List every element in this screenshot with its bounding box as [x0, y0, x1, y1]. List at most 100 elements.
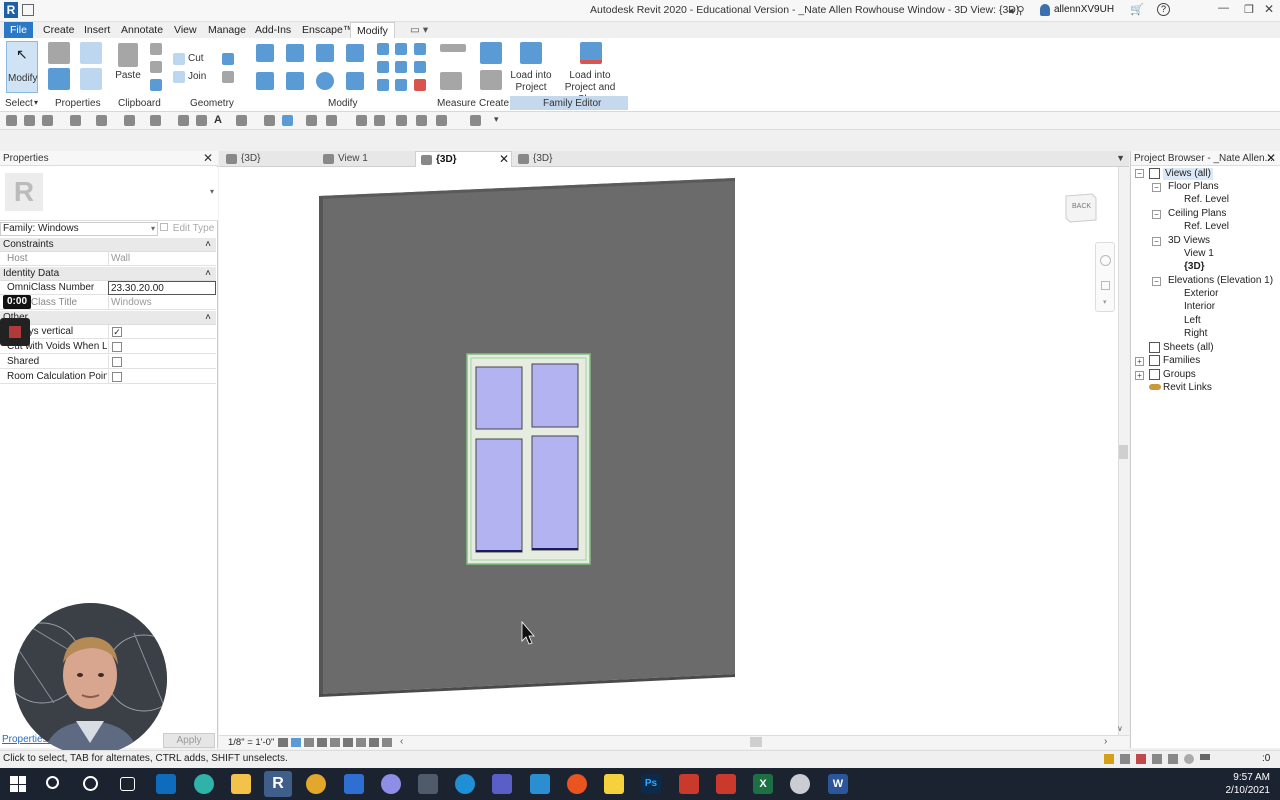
sun-path-icon[interactable]: [304, 738, 314, 747]
split-element-icon[interactable]: [377, 43, 389, 55]
load-into-project-icon[interactable]: [520, 42, 542, 64]
remote-desktop-icon[interactable]: [790, 774, 810, 794]
align-icon[interactable]: [256, 44, 274, 62]
collapse-toggle-icon[interactable]: −: [1152, 210, 1161, 219]
split-gap-icon[interactable]: [395, 43, 407, 55]
cut-label[interactable]: Cut: [188, 53, 204, 65]
cut-clipboard-icon[interactable]: [150, 43, 162, 55]
qat-tool-f-icon[interactable]: [470, 115, 481, 126]
modify-tool-button[interactable]: ↖ Modify: [6, 41, 38, 93]
file-explorer-icon[interactable]: [231, 774, 251, 794]
copy-icon[interactable]: [150, 61, 162, 73]
viewcube[interactable]: BACK: [1062, 190, 1098, 224]
visual-style-icon[interactable]: [291, 738, 301, 747]
teams-calendar-icon[interactable]: [344, 774, 364, 794]
revit-logo-icon[interactable]: R: [4, 2, 18, 18]
3d-view-canvas[interactable]: [219, 167, 1118, 735]
cut-geometry-icon[interactable]: [173, 53, 185, 65]
section-icon[interactable]: [264, 115, 275, 126]
qat-tool-a-icon[interactable]: [356, 115, 367, 126]
collapse-toggle-icon[interactable]: −: [1135, 169, 1144, 178]
collapse-icon[interactable]: ˄: [205, 238, 211, 252]
move-icon[interactable]: [256, 72, 274, 90]
pin-icon[interactable]: [414, 61, 426, 73]
tree-3d-views[interactable]: 3D Views: [1168, 235, 1210, 247]
chrome-icon[interactable]: [306, 774, 326, 794]
tab-manage[interactable]: Manage: [202, 22, 252, 38]
type-properties-icon[interactable]: [80, 68, 102, 90]
tree-elevation-right[interactable]: Right: [1184, 328, 1207, 340]
load-into-project-close-icon[interactable]: [580, 42, 602, 64]
steering-wheel-icon[interactable]: [1100, 255, 1111, 266]
photoshop-icon[interactable]: Ps: [641, 774, 661, 794]
detail-level-icon[interactable]: [278, 738, 288, 747]
qat-tool-b-icon[interactable]: [374, 115, 385, 126]
restore-button[interactable]: ❐: [1244, 3, 1254, 16]
dimension-icon[interactable]: [440, 72, 462, 90]
windows-start-icon[interactable]: [10, 776, 26, 792]
tab-annotate[interactable]: Annotate: [115, 22, 169, 38]
tab-file[interactable]: File: [4, 22, 33, 38]
qat-tool-e-icon[interactable]: [436, 115, 447, 126]
cut-with-voids-checkbox[interactable]: [112, 342, 122, 352]
properties-icon[interactable]: [48, 68, 70, 90]
revit-taskbar-icon[interactable]: R: [264, 771, 292, 797]
aligned-dimension-icon[interactable]: [178, 115, 189, 126]
shadows-icon[interactable]: [317, 738, 327, 747]
excel-icon[interactable]: X: [753, 774, 773, 794]
search-icon[interactable]: [46, 776, 59, 789]
scale-icon[interactable]: [395, 61, 407, 73]
tree-floor-plan-ref-level[interactable]: Ref. Level: [1184, 194, 1229, 206]
taskbar-clock[interactable]: 9:57 AM 2/10/2021: [1226, 771, 1271, 797]
qat-customize-dropdown-icon[interactable]: ▾: [494, 114, 499, 125]
select-links-icon[interactable]: [1104, 754, 1114, 764]
select-underlay-icon[interactable]: [1120, 754, 1130, 764]
media-player-icon[interactable]: [567, 774, 587, 794]
cart-icon[interactable]: 🛒: [1130, 3, 1144, 16]
edit-type-button[interactable]: Edit Type: [160, 223, 214, 234]
calculator-icon[interactable]: [418, 774, 438, 794]
edge-legacy-icon[interactable]: [455, 774, 475, 794]
view-tab-3d-1[interactable]: {3D}: [221, 151, 315, 167]
create-group-icon[interactable]: [480, 70, 502, 90]
save-icon[interactable]: [24, 115, 35, 126]
tab-menu-icon[interactable]: ▼: [1116, 153, 1125, 163]
task-view-icon[interactable]: [120, 777, 135, 791]
vertical-scroll-thumb[interactable]: [1119, 445, 1128, 459]
help-icon[interactable]: ?: [1157, 3, 1170, 16]
select-by-face-icon[interactable]: [1152, 754, 1162, 764]
expand-toggle-icon[interactable]: +: [1135, 371, 1144, 380]
project-browser-close-icon[interactable]: ✕: [1266, 151, 1276, 166]
background-processes-icon[interactable]: [1184, 754, 1194, 764]
wall-joins-icon[interactable]: [222, 53, 234, 65]
paste-icon[interactable]: [118, 43, 138, 67]
tab-add-ins[interactable]: Add-Ins: [249, 22, 297, 38]
prop-omniclass-number-field[interactable]: 23.30.20.00: [108, 281, 216, 295]
outlook-icon[interactable]: [156, 774, 176, 794]
unpin-icon[interactable]: [414, 43, 426, 55]
scroll-right-icon[interactable]: ›: [1104, 736, 1107, 747]
view-tab-3d-2[interactable]: {3D}: [513, 151, 607, 167]
qat-tool-c-icon[interactable]: [396, 115, 407, 126]
temp-hide-icon[interactable]: [382, 738, 392, 747]
copy-element-icon[interactable]: [286, 72, 304, 90]
qat-tool-d-icon[interactable]: [416, 115, 427, 126]
group-other[interactable]: Other ˄: [0, 311, 216, 325]
tree-ceiling-plans[interactable]: Ceiling Plans: [1168, 208, 1226, 220]
measure-distance-icon[interactable]: [440, 44, 466, 52]
collapse-toggle-icon[interactable]: −: [1152, 277, 1161, 286]
family-filter-select[interactable]: Family: Windows ▾: [0, 222, 158, 236]
view-scale[interactable]: 1/8" = 1'-0": [228, 737, 274, 748]
print-icon[interactable]: [124, 115, 135, 126]
tab-modify[interactable]: Modify: [350, 22, 395, 38]
tree-groups[interactable]: Groups: [1163, 369, 1196, 381]
shared-checkbox[interactable]: [112, 357, 122, 367]
tree-floor-plans[interactable]: Floor Plans: [1168, 181, 1219, 193]
tree-view-1[interactable]: View 1: [1184, 248, 1214, 260]
word-icon[interactable]: W: [828, 774, 848, 794]
user-name[interactable]: allennXV9UH: [1054, 4, 1114, 15]
select-pinned-icon[interactable]: [1136, 754, 1146, 764]
crop-view-icon[interactable]: [343, 738, 353, 747]
trim-multiple-icon[interactable]: [377, 79, 389, 91]
family-category-icon[interactable]: [48, 42, 70, 64]
